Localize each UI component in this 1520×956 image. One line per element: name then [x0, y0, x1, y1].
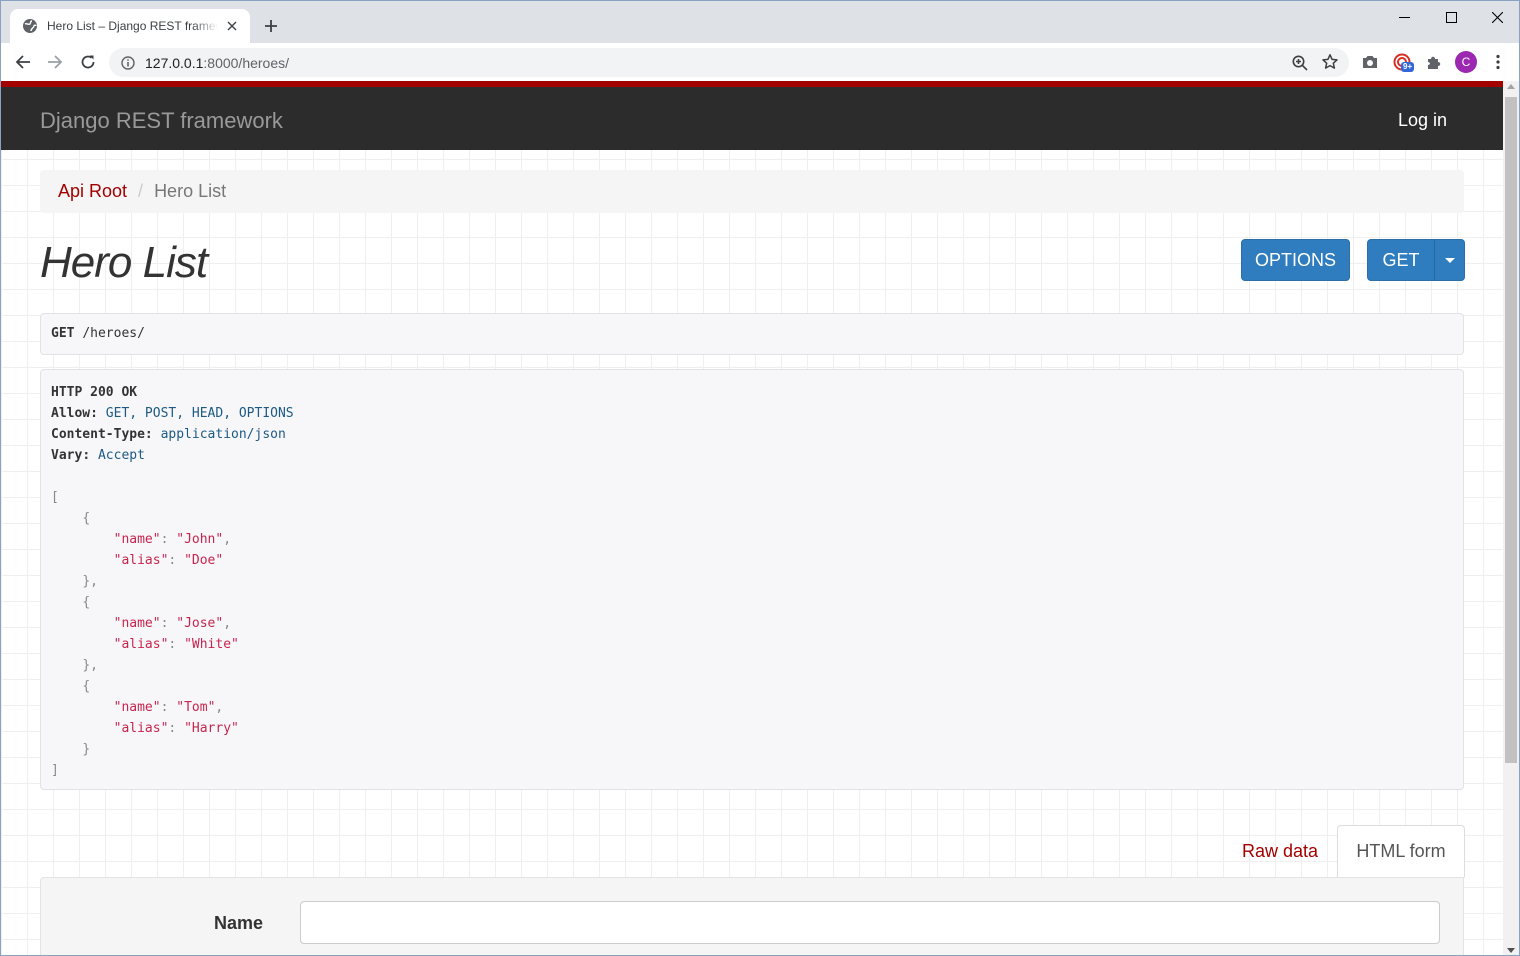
- breadcrumb-current: Hero List: [154, 181, 227, 201]
- url-text[interactable]: 127.0.0.1:8000/heroes/: [145, 55, 289, 71]
- minimize-icon[interactable]: [1381, 1, 1427, 33]
- get-button[interactable]: GET: [1367, 239, 1435, 281]
- header-value: Accept: [97, 448, 145, 463]
- header-value: GET, POST, HEAD, OPTIONS: [105, 406, 294, 421]
- browser-tab[interactable]: Hero List – Django REST framework: [10, 9, 250, 43]
- bookmark-star-icon[interactable]: [1321, 53, 1339, 71]
- header-content-type: Content-Type: application/json: [51, 427, 286, 442]
- url-path: :8000/heroes/: [203, 54, 290, 71]
- tab-strip: Hero List – Django REST framework: [1, 1, 1519, 43]
- request-method: GET: [51, 326, 75, 341]
- reload-icon[interactable]: [75, 49, 101, 75]
- profile-avatar[interactable]: C: [1455, 51, 1477, 73]
- tab-html-form[interactable]: HTML form: [1337, 825, 1465, 878]
- top-navbar: Django REST framework Log in: [1, 87, 1503, 150]
- scroll-down-arrow-icon[interactable]: [1507, 948, 1515, 953]
- header-allow: Allow: GET, POST, HEAD, OPTIONS: [51, 406, 294, 421]
- page-viewport: Django REST framework Log in Api Root / …: [1, 81, 1503, 955]
- breadcrumb-api-root[interactable]: Api Root: [58, 181, 127, 202]
- hero-alias: White: [191, 637, 232, 652]
- caret-down-icon: [1444, 257, 1455, 263]
- maximize-icon[interactable]: [1428, 1, 1474, 33]
- tab-raw-data[interactable]: Raw data: [1225, 825, 1335, 878]
- breadcrumb-separator: /: [138, 181, 144, 201]
- request-path: /heroes/: [82, 326, 145, 341]
- header-key: Content-Type: [51, 427, 145, 442]
- brand-link[interactable]: Django REST framework: [40, 108, 283, 134]
- scroll-up-arrow-icon[interactable]: [1507, 84, 1515, 89]
- page-scrollbar[interactable]: [1503, 81, 1519, 955]
- response-info: HTTP 200 OK Allow: GET, POST, HEAD, OPTI…: [40, 369, 1464, 790]
- header-vary: Vary: Accept: [51, 448, 145, 463]
- page-title: Hero List: [40, 238, 208, 287]
- puzzle-icon[interactable]: [1424, 52, 1444, 72]
- camera-icon[interactable]: [1360, 52, 1380, 72]
- hero-alias: Harry: [191, 721, 232, 736]
- forward-arrow-icon[interactable]: [42, 49, 68, 75]
- get-format-dropdown[interactable]: [1434, 239, 1465, 281]
- site-info-icon[interactable]: [120, 55, 136, 71]
- header-key: Vary: [51, 448, 83, 463]
- hero-alias: Doe: [191, 553, 216, 568]
- request-info: GET /heroes/: [40, 313, 1464, 355]
- hero-name: Jose: [184, 616, 216, 631]
- name-input[interactable]: [300, 901, 1440, 944]
- window-close-icon[interactable]: [1474, 1, 1519, 33]
- name-label: Name: [214, 913, 264, 933]
- new-tab-icon[interactable]: [259, 14, 283, 38]
- hero-name: Tom: [184, 700, 208, 715]
- globe-icon: [23, 19, 37, 33]
- kebab-menu-icon[interactable]: [1488, 52, 1508, 72]
- header-key: Allow: [51, 406, 91, 421]
- breadcrumb: Api Root / Hero List: [40, 170, 1464, 213]
- scrollbar-thumb[interactable]: [1505, 97, 1517, 763]
- login-link[interactable]: Log in: [1398, 110, 1447, 131]
- extension-badge: 9+: [1401, 62, 1415, 72]
- tab-title: Hero List – Django REST framework: [47, 19, 218, 33]
- response-status: HTTP 200 OK: [51, 385, 138, 400]
- hero-name: John: [184, 532, 216, 547]
- address-bar[interactable]: 127.0.0.1:8000/heroes/: [109, 48, 1349, 77]
- url-host: 127.0.0.1: [145, 54, 204, 71]
- options-button[interactable]: OPTIONS: [1241, 239, 1350, 281]
- header-value: application/json: [160, 427, 286, 442]
- extension-target-icon[interactable]: 9+: [1392, 52, 1415, 72]
- back-arrow-icon[interactable]: [10, 49, 36, 75]
- zoom-icon[interactable]: [1291, 54, 1309, 72]
- close-tab-icon[interactable]: [224, 18, 240, 34]
- browser-window: Hero List – Django REST framework: [0, 0, 1520, 956]
- browser-toolbar: 127.0.0.1:8000/heroes/ 9+ C: [1, 43, 1519, 81]
